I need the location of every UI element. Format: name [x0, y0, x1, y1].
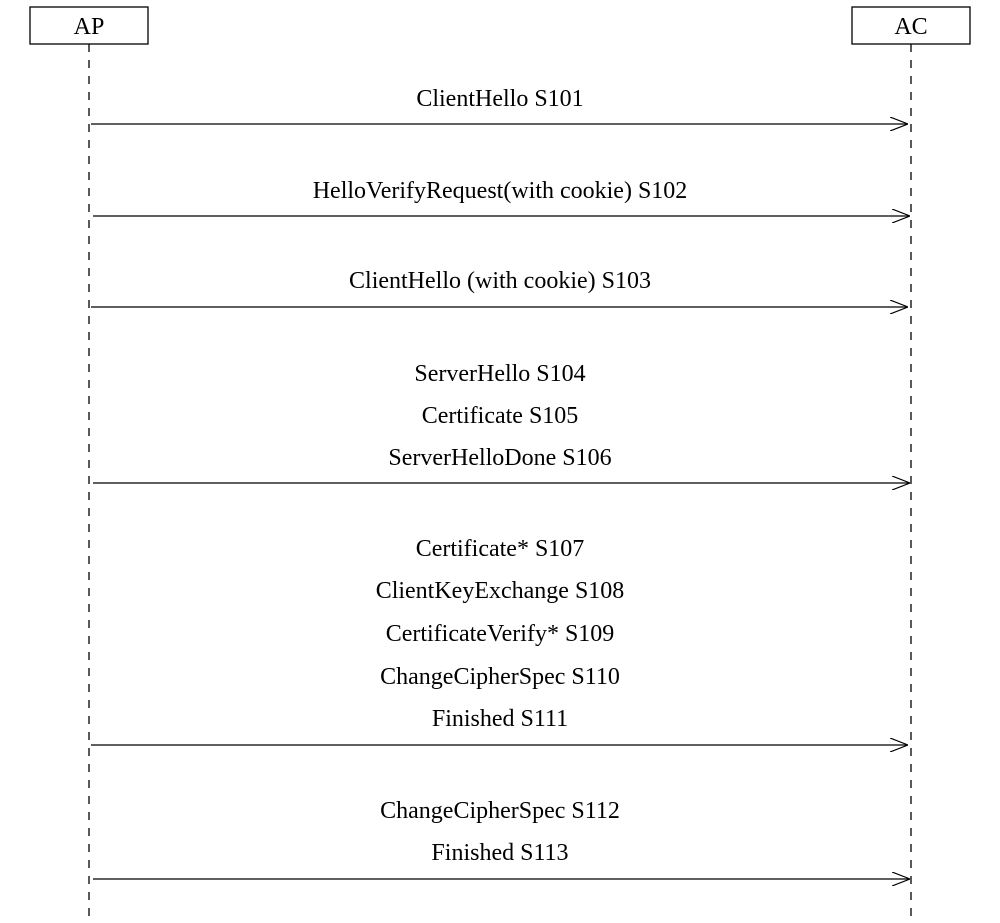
msg-server-hello-label: ServerHello S104 — [414, 361, 585, 387]
msg-client-hello-label: ClientHello S101 — [416, 86, 583, 112]
msg-change-cipher-spec-client-label: ChangeCipherSpec S110 — [380, 664, 620, 690]
msg-change-cipher-spec-server-label: ChangeCipherSpec S112 — [380, 798, 620, 824]
msg-server-finished-group: ChangeCipherSpec S112 Finished S113 — [93, 798, 909, 879]
msg-certificate-verify-label: CertificateVerify* S109 — [386, 621, 615, 647]
sequence-diagram: AP AC ClientHello S101 HelloVerifyReques… — [0, 0, 1000, 923]
msg-client-hello-cookie: ClientHello (with cookie) S103 — [91, 268, 907, 307]
actor-ac: AC — [852, 7, 970, 44]
msg-client-key-exchange-label: ClientKeyExchange S108 — [376, 578, 625, 604]
msg-hello-verify-request-label: HelloVerifyRequest(with cookie) S102 — [313, 178, 688, 204]
msg-hello-verify-request: HelloVerifyRequest(with cookie) S102 — [93, 178, 909, 216]
msg-server-hello-group: ServerHello S104 Certificate S105 Server… — [93, 361, 909, 483]
actor-ac-label: AC — [894, 14, 927, 40]
msg-client-certificate-label: Certificate* S107 — [416, 536, 585, 562]
msg-finished-client-label: Finished S111 — [432, 706, 568, 732]
msg-client-hello-cookie-label: ClientHello (with cookie) S103 — [349, 268, 651, 294]
msg-certificate-label: Certificate S105 — [422, 403, 579, 429]
actor-ap-label: AP — [74, 14, 105, 40]
msg-finished-server-label: Finished S113 — [431, 840, 568, 866]
actor-ap: AP — [30, 7, 148, 44]
msg-client-key-exchange-group: Certificate* S107 ClientKeyExchange S108… — [91, 536, 907, 745]
msg-client-hello: ClientHello S101 — [91, 86, 907, 124]
msg-server-hello-done-label: ServerHelloDone S106 — [388, 445, 611, 471]
